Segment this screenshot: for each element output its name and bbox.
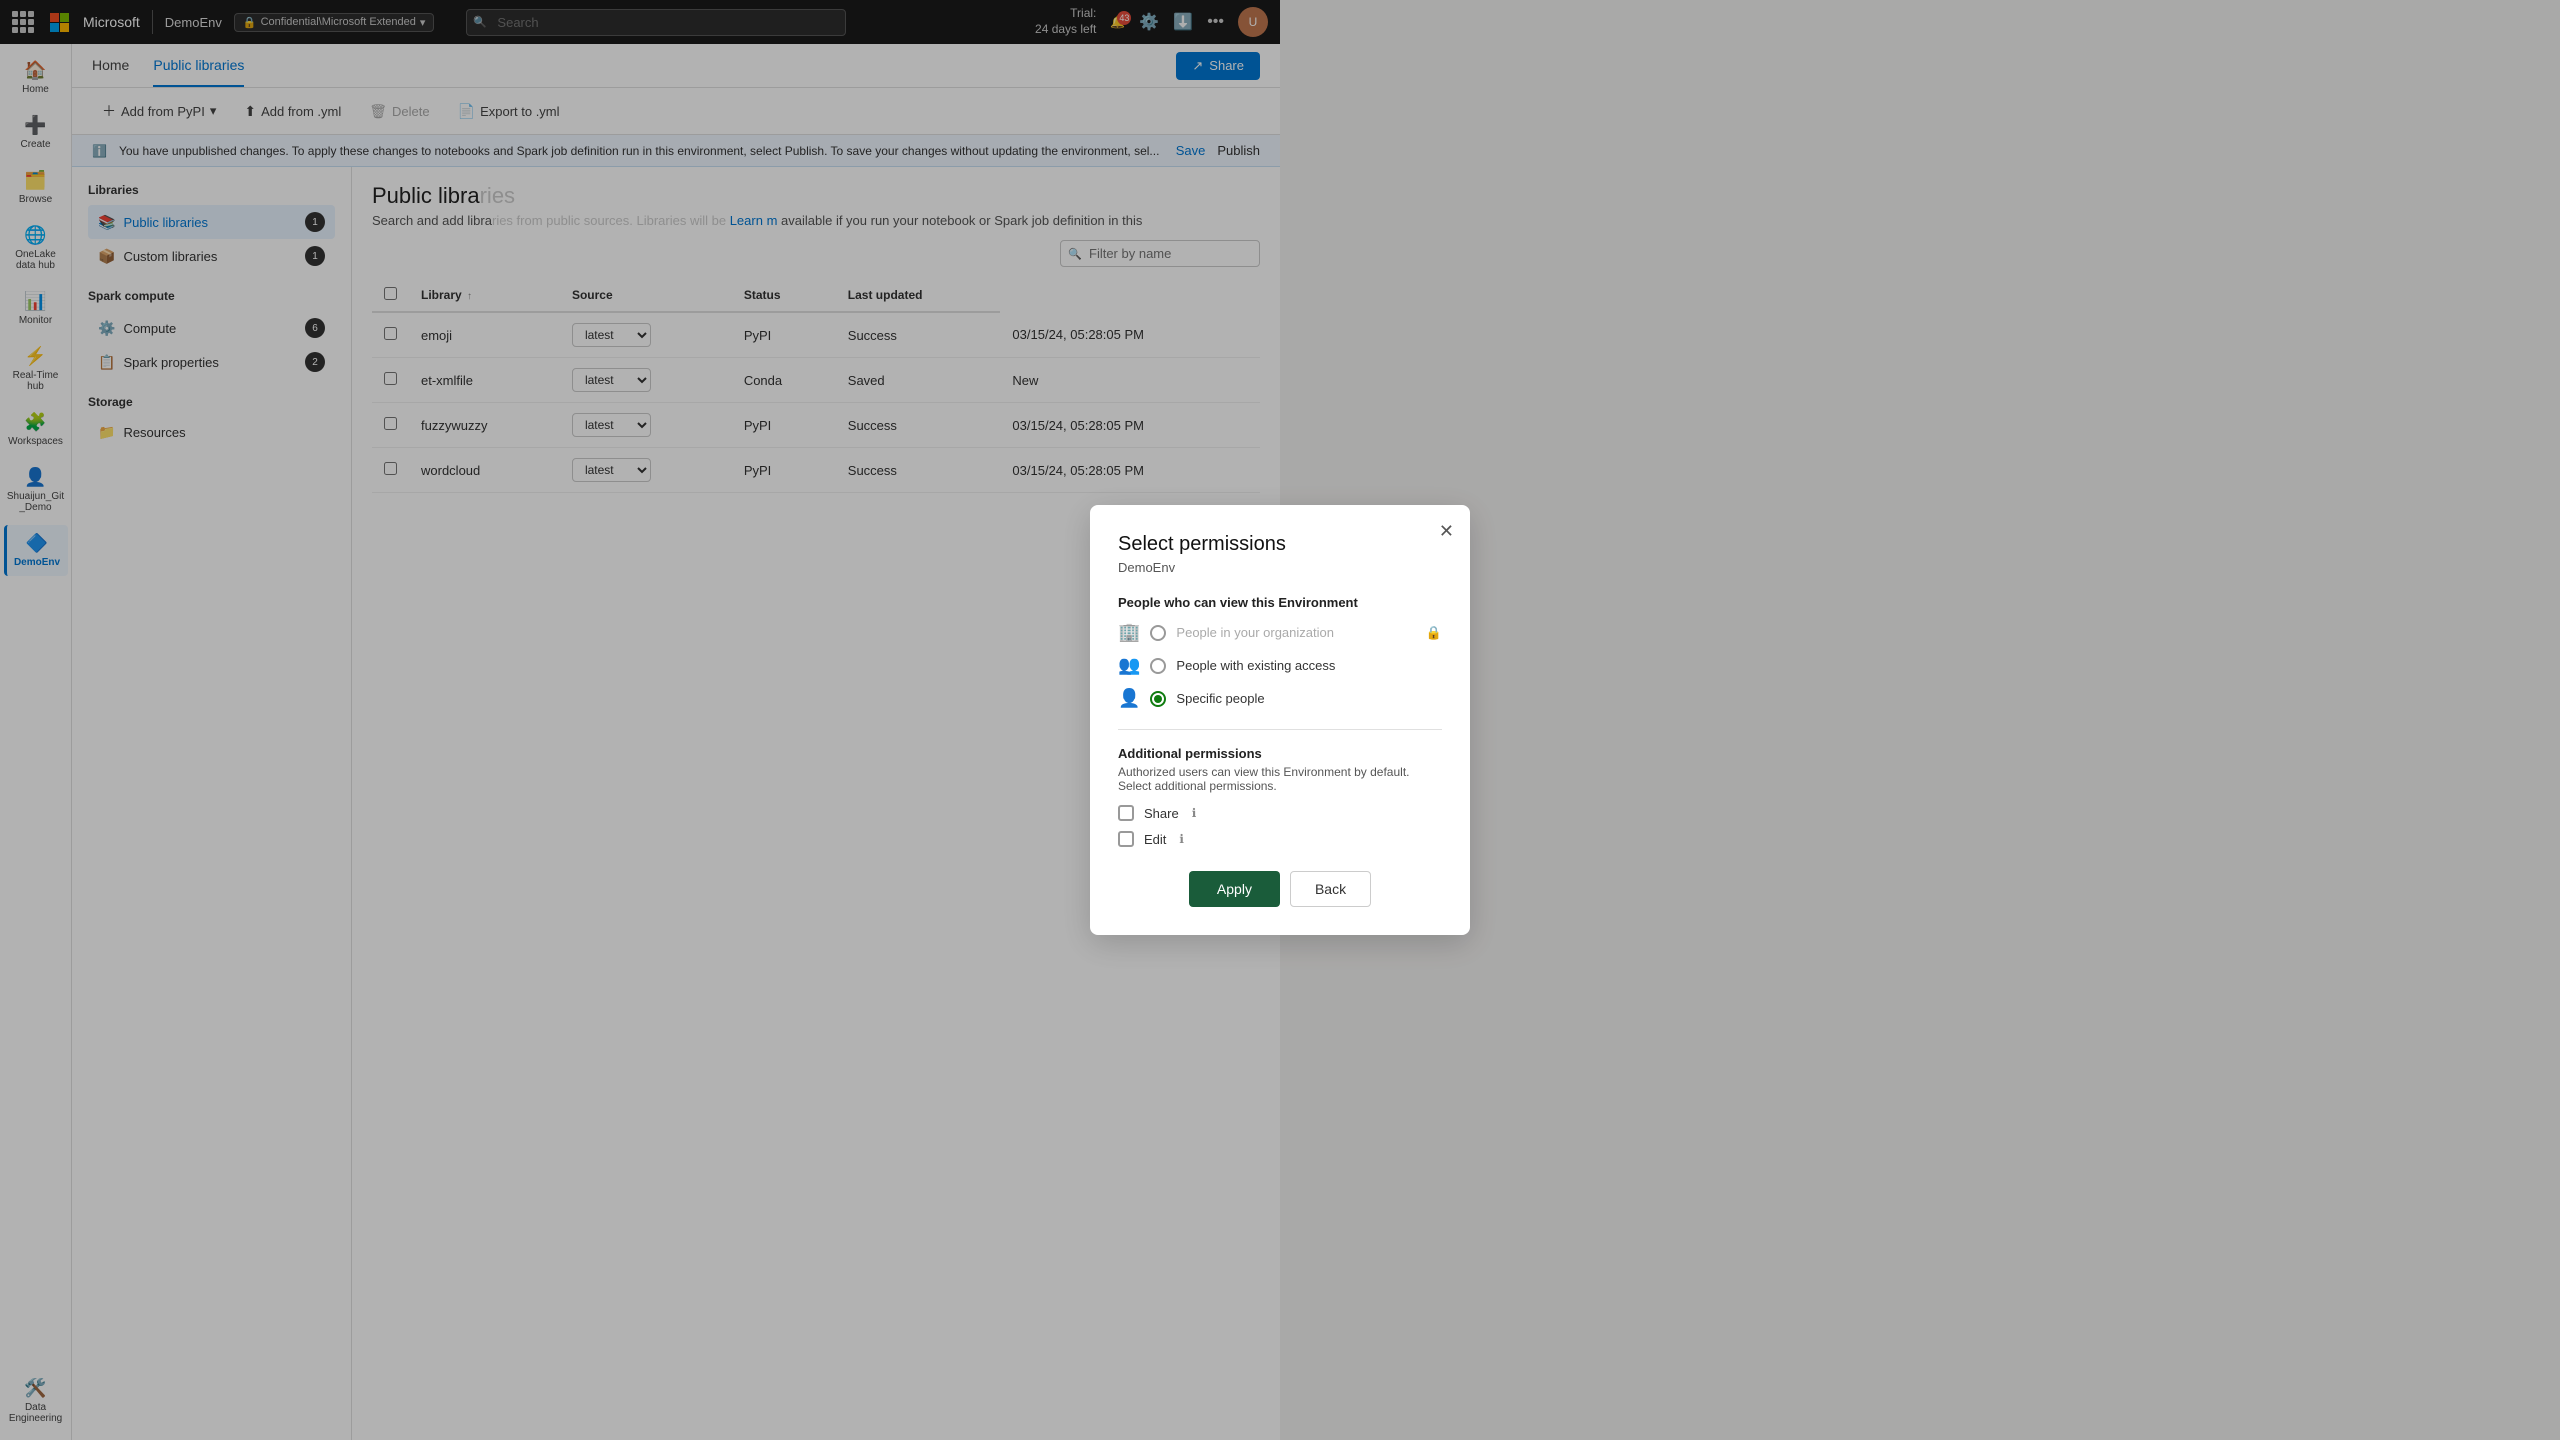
lock-icon: 🔒 — [1426, 625, 1442, 641]
edit-permission-option[interactable]: Edit ℹ — [1118, 831, 1442, 847]
edit-label: Edit — [1144, 832, 1166, 847]
share-checkbox[interactable] — [1118, 805, 1134, 821]
share-permission-option[interactable]: Share ℹ — [1118, 805, 1442, 821]
perm-option-existing[interactable]: 👥 People with existing access — [1118, 655, 1442, 676]
share-label: Share — [1144, 806, 1179, 821]
dialog-subtitle: DemoEnv — [1118, 560, 1442, 575]
perm-org-label: People in your organization — [1176, 625, 1334, 640]
back-button[interactable]: Back — [1290, 871, 1371, 907]
share-info-icon[interactable]: ℹ — [1192, 806, 1197, 820]
add-perm-desc: Authorized users can view this Environme… — [1118, 765, 1442, 793]
perm-existing-label: People with existing access — [1176, 658, 1335, 673]
edit-info-icon[interactable]: ℹ — [1179, 832, 1184, 846]
dialog-overlay[interactable]: ✕ Select permissions DemoEnv People who … — [0, 0, 2560, 1440]
apply-button[interactable]: Apply — [1189, 871, 1280, 907]
dialog-footer: Apply Back — [1118, 871, 1442, 907]
edit-checkbox[interactable] — [1118, 831, 1134, 847]
perm-option-specific[interactable]: 👤 Specific people — [1118, 688, 1442, 709]
perm-option-org[interactable]: 🏢 People in your organization 🔒 — [1118, 622, 1442, 643]
dialog-title: Select permissions — [1118, 533, 1442, 556]
dialog-close-button[interactable]: ✕ — [1439, 521, 1454, 542]
view-section-title: People who can view this Environment — [1118, 595, 1442, 610]
radio-specific[interactable] — [1150, 691, 1166, 707]
org-icon: 🏢 — [1118, 622, 1140, 643]
radio-org[interactable] — [1150, 625, 1166, 641]
perm-specific-label: Specific people — [1176, 691, 1264, 706]
existing-access-icon: 👥 — [1118, 655, 1140, 676]
additional-permissions-section: Additional permissions Authorized users … — [1118, 729, 1442, 847]
radio-existing[interactable] — [1150, 658, 1166, 674]
add-perm-title: Additional permissions — [1118, 746, 1442, 761]
specific-people-icon: 👤 — [1118, 688, 1140, 709]
select-permissions-dialog: ✕ Select permissions DemoEnv People who … — [1090, 505, 1470, 935]
